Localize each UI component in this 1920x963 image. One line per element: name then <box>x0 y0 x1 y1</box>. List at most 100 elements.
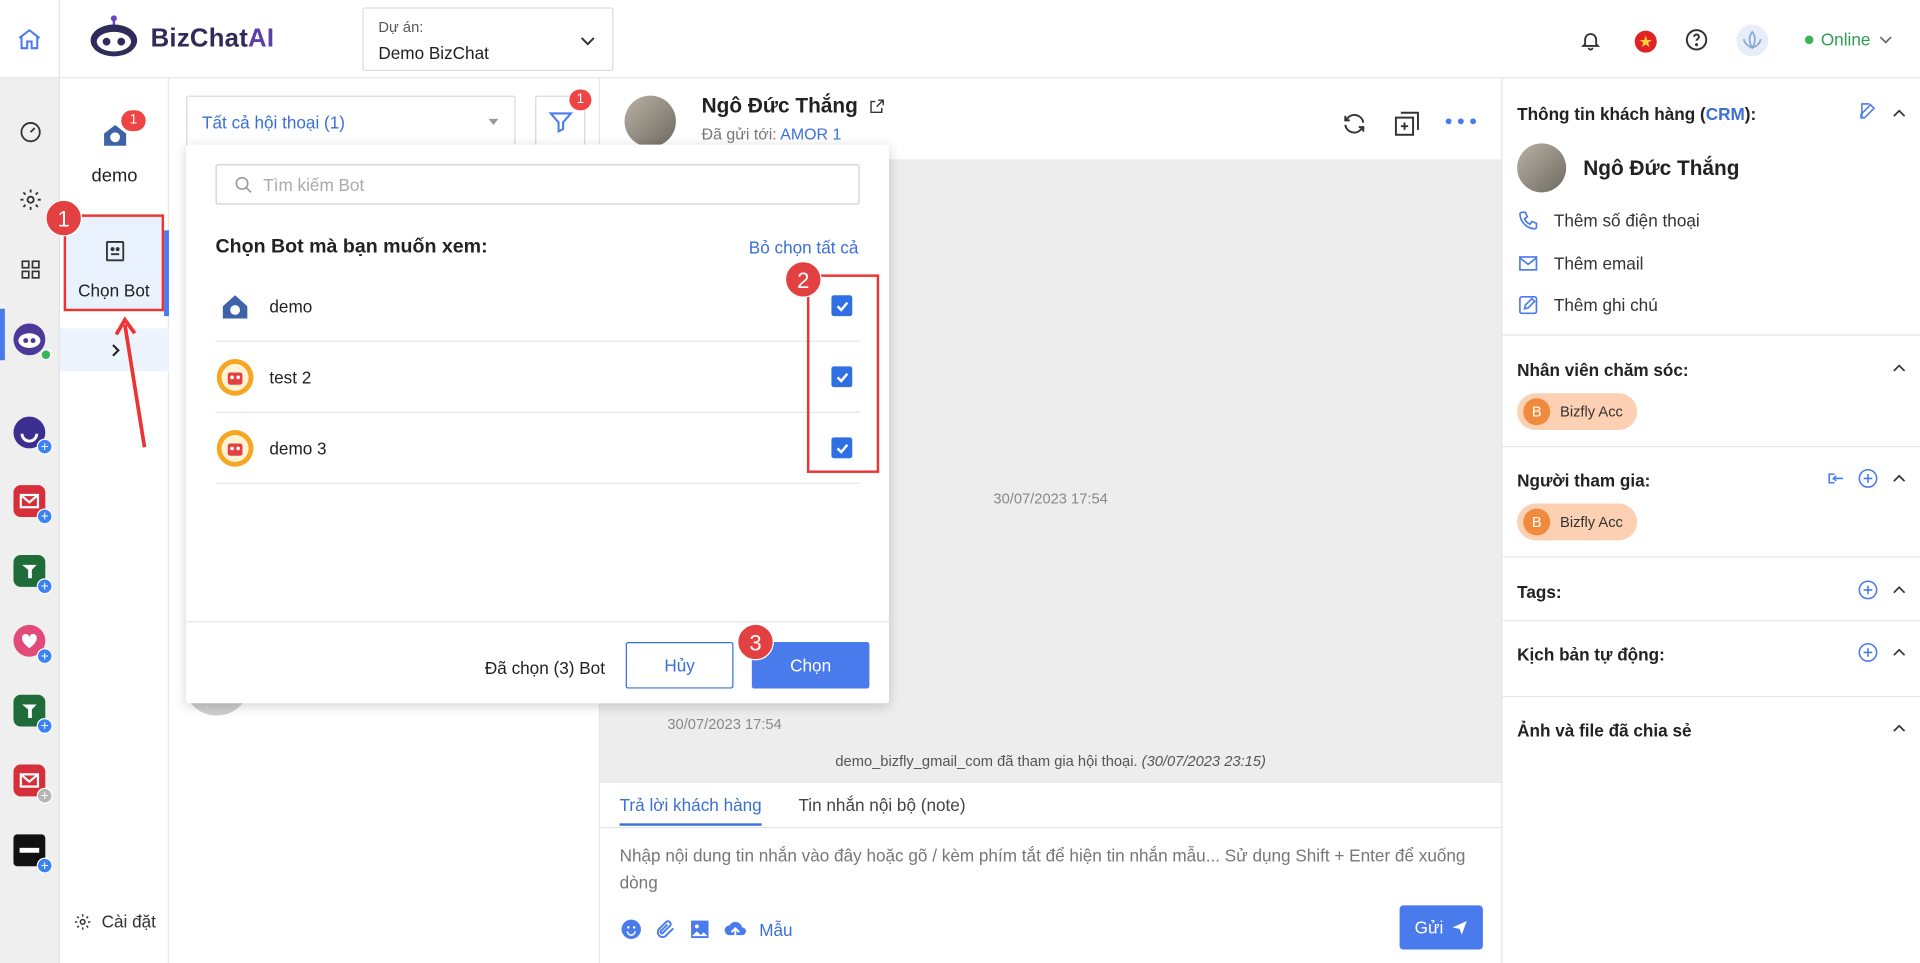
more-icon[interactable] <box>1445 118 1477 125</box>
staff-chip[interactable]: B Bizfly Acc <box>1517 393 1638 431</box>
plus-icon[interactable]: + <box>36 857 53 874</box>
tab-divider <box>600 827 1502 829</box>
contact-name[interactable]: Ngô Đức Thắng <box>702 94 858 119</box>
funnel-icon <box>547 112 573 134</box>
attachment-icon[interactable] <box>654 918 677 941</box>
conversation-filter-select[interactable]: Tất cả hội thoại (1) <box>186 95 516 148</box>
home-button[interactable] <box>0 0 61 79</box>
join-notice: demo_bizfly_gmail_com đã tham gia hội th… <box>835 752 1266 770</box>
gear-icon <box>75 913 91 930</box>
home-icon <box>16 26 43 53</box>
template-button[interactable]: Mẫu <box>759 920 792 940</box>
bot-option[interactable]: test 2 <box>215 342 860 413</box>
chevron-up-icon[interactable] <box>1891 644 1908 661</box>
add-phone-link[interactable]: Thêm số điện thoại <box>1517 210 1700 232</box>
send-button[interactable]: Gửi <box>1399 905 1483 950</box>
shared-files-title: Ảnh và file đã chia sẻ <box>1517 720 1692 741</box>
selected-count: Đã chọn (3) Bot <box>484 657 605 678</box>
plus-icon[interactable]: + <box>36 438 53 455</box>
bot-face-icon <box>103 239 127 264</box>
project-value: Demo BizChat <box>378 42 489 63</box>
help-icon[interactable] <box>1685 28 1708 51</box>
participants-title: Người tham gia: <box>1517 470 1651 491</box>
bot-search-input[interactable]: Tìm kiếm Bot <box>215 164 860 205</box>
add-email-link[interactable]: Thêm email <box>1517 252 1643 274</box>
emoji-icon[interactable] <box>620 918 643 941</box>
annotation-arrow <box>114 316 147 448</box>
plus-icon[interactable]: + <box>36 787 53 804</box>
customer-name: Ngô Đức Thắng <box>1583 156 1740 181</box>
step-marker: 3 <box>737 623 774 661</box>
cloud-upload-icon[interactable] <box>722 918 748 941</box>
phone-icon <box>1519 211 1538 230</box>
divider <box>1502 695 1920 698</box>
bot-option[interactable]: demo 3 <box>215 413 860 484</box>
add-tag-icon[interactable] <box>1858 580 1879 601</box>
add-note-link[interactable]: Thêm ghi chú <box>1517 294 1658 316</box>
add-automation-icon[interactable] <box>1858 642 1879 663</box>
staff-title: Nhân viên chăm sóc: <box>1517 360 1689 380</box>
robot-bot-icon <box>216 428 255 467</box>
robot-bot-icon <box>216 357 255 396</box>
demo-bot-icon <box>216 286 255 325</box>
leave-icon[interactable] <box>1826 468 1847 489</box>
project-selector[interactable]: Dự án: Demo BizChat <box>362 7 614 72</box>
chevron-up-icon[interactable] <box>1891 105 1908 122</box>
tab-internal-note[interactable]: Tin nhắn nội bộ (note) <box>798 795 965 826</box>
dashboard-icon[interactable] <box>15 115 47 147</box>
brand-name: BizChatAI <box>150 24 275 53</box>
top-header <box>0 0 1920 79</box>
plus-icon[interactable]: + <box>36 717 53 734</box>
deselect-all-link[interactable]: Bỏ chọn tất cả <box>749 238 859 258</box>
user-avatar[interactable] <box>1736 24 1769 57</box>
chevron-up-icon[interactable] <box>1891 720 1908 737</box>
divider <box>1502 445 1920 448</box>
divider <box>1502 334 1920 336</box>
bot-name[interactable]: demo <box>60 165 169 186</box>
step-marker: 2 <box>784 260 822 298</box>
chevron-up-icon[interactable] <box>1891 582 1908 599</box>
crm-link[interactable]: CRM <box>1706 104 1745 124</box>
project-label: Dự án: <box>378 18 424 36</box>
settings-link[interactable]: Cài đặt <box>73 912 156 931</box>
external-link-icon[interactable] <box>868 98 885 115</box>
online-dot-icon <box>40 349 52 361</box>
add-participant-icon[interactable] <box>1858 468 1879 489</box>
chevron-up-icon[interactable] <box>1891 470 1908 487</box>
caret-down-icon <box>488 118 499 125</box>
choose-bot-button[interactable]: Chọn Bot <box>63 214 165 312</box>
refresh-icon[interactable] <box>1341 110 1368 137</box>
divider <box>1502 619 1920 622</box>
tab-reply-customer[interactable]: Trả lời khách hàng <box>619 795 762 826</box>
divider <box>1502 556 1920 558</box>
bot-option[interactable]: demo <box>215 271 860 342</box>
plus-icon[interactable]: + <box>36 578 53 595</box>
sent-to-channel[interactable]: AMOR 1 <box>780 125 841 143</box>
vietnam-flag-icon[interactable] <box>1634 30 1657 53</box>
gear-icon[interactable] <box>15 184 47 216</box>
chevron-up-icon[interactable] <box>1891 360 1908 377</box>
message-input[interactable]: Nhập nội dung tin nhắn vào đây hoặc gõ /… <box>620 842 1477 896</box>
grid-icon[interactable] <box>15 254 47 286</box>
note-icon <box>1519 295 1538 315</box>
bot-badge: 1 <box>121 110 146 132</box>
popup-title: Chọn Bot mà bạn muốn xem: <box>215 236 488 258</box>
active-indicator <box>0 308 5 361</box>
edit-icon[interactable] <box>1858 100 1879 121</box>
step-marker: 1 <box>45 199 83 237</box>
checkbox-highlight <box>806 274 880 473</box>
customer-avatar <box>1517 143 1567 193</box>
cancel-button[interactable]: Hủy <box>625 642 734 689</box>
plus-icon[interactable]: + <box>36 508 53 525</box>
online-status[interactable]: Online <box>1804 29 1895 49</box>
mail-icon <box>1519 256 1538 271</box>
participant-chip[interactable]: B Bizfly Acc <box>1517 503 1638 541</box>
image-icon[interactable] <box>688 918 711 941</box>
bot-selector-popup: Tìm kiếm Bot Chọn Bot mà bạn muốn xem: B… <box>186 144 889 704</box>
bell-icon[interactable] <box>1580 29 1602 51</box>
plus-icon[interactable]: + <box>36 648 53 665</box>
contact-avatar[interactable] <box>624 95 676 148</box>
copy-add-icon[interactable] <box>1392 109 1421 138</box>
composer: Trả lời khách hàng Tin nhắn nội bộ (note… <box>600 781 1502 963</box>
search-icon <box>235 176 252 193</box>
